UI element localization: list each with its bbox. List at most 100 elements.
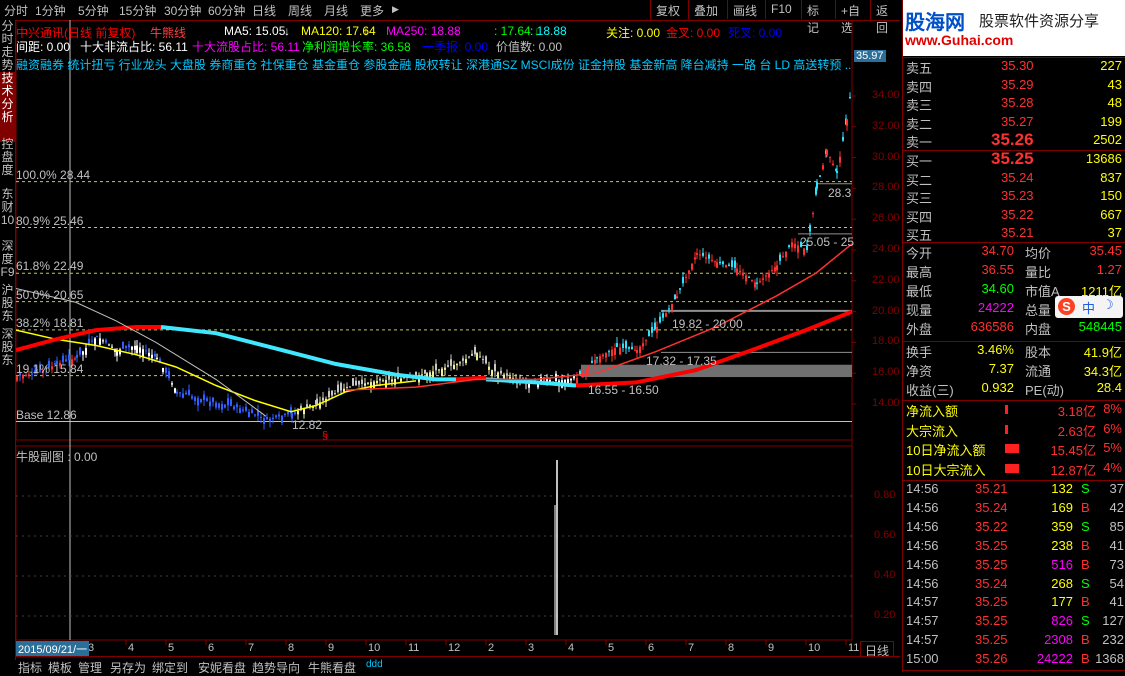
- bottom-tab-5[interactable]: 安妮看盘: [198, 659, 246, 676]
- bottom-tab-4[interactable]: 绑定到: [152, 659, 188, 676]
- period-tab-6[interactable]: 日线: [252, 2, 276, 19]
- panel-divider-6: [903, 670, 1125, 671]
- toolbar-button-4[interactable]: 标记: [801, 0, 835, 35]
- left-tab-3[interactable]: 东财10: [0, 188, 15, 238]
- x-tick-label-9: 11: [408, 642, 420, 654]
- bottom-tab-0[interactable]: 指标: [18, 659, 42, 676]
- site-url: www.Guhai.com: [905, 32, 1014, 48]
- sell-label: 卖二: [906, 116, 933, 132]
- left-tab-6[interactable]: 深股东: [0, 328, 15, 370]
- fib-label-6: Base 12.86: [16, 407, 77, 422]
- stat2-label-b: 流通: [1025, 364, 1052, 379]
- stat-label-b: 均价: [1025, 246, 1052, 261]
- ma-arrow-icon-2: ↓: [454, 24, 460, 38]
- buy-label: 买一: [906, 154, 933, 169]
- logo-header: 股海网 www.Guhai.com 股票软件资源分享: [903, 0, 1125, 56]
- period-tab-5[interactable]: 60分钟: [208, 2, 245, 19]
- info-label-5: 价值数: 0.00: [496, 40, 563, 54]
- tick-volume: 238: [1051, 537, 1073, 553]
- tick-volume: 177: [1051, 594, 1073, 610]
- flow-pct: 6%: [1103, 420, 1122, 436]
- period-tab-2[interactable]: 5分钟: [78, 2, 109, 19]
- ma-label-4: : 18.88: [530, 24, 567, 38]
- period-tab-1[interactable]: 1分钟: [35, 2, 66, 19]
- toolbar-button-5[interactable]: +自选: [835, 0, 870, 35]
- period-tab-0[interactable]: 分时: [4, 2, 28, 19]
- left-tab-1[interactable]: 技术分析: [0, 72, 15, 142]
- toolbar-button-0[interactable]: 复权: [650, 0, 688, 19]
- period-tab-4[interactable]: 30分钟: [164, 2, 201, 19]
- left-tab-0[interactable]: 分时走势: [0, 20, 15, 72]
- tick-volume: 24222: [1036, 651, 1073, 667]
- kline-chart[interactable]: 100.0% 28.44 80.9% 25.46 61.8% 22.49 50.0% …: [16, 20, 900, 660]
- ma-label-7: 死叉: 0.00: [728, 26, 783, 40]
- flow-label: 10日大宗流入: [906, 462, 986, 478]
- ma-label-3: : 17.64: [494, 24, 531, 38]
- period-tab-7[interactable]: 周线: [288, 2, 312, 19]
- tick-side: B: [1081, 632, 1090, 648]
- tick-volume: 516: [1051, 556, 1073, 572]
- price-annotation-0: 25.05 - 25: [800, 235, 855, 249]
- bottom-tab-8[interactable]: ddd: [366, 659, 383, 670]
- left-tab-4[interactable]: 深度F9: [0, 240, 15, 282]
- period-tab-9[interactable]: 更多: [360, 2, 384, 19]
- tick-time: 14:56: [906, 556, 939, 572]
- sell-price: 35.28: [1001, 95, 1034, 110]
- buy-row-2: 买三 35.23 150: [903, 188, 1125, 207]
- tick-count: 37: [1109, 481, 1124, 496]
- tick-side: S: [1081, 575, 1090, 591]
- tick-side: B: [1081, 537, 1090, 553]
- stat2-value-b: 28.4: [1096, 380, 1122, 395]
- bottom-tab-2[interactable]: 管理: [78, 659, 102, 676]
- buy-row-1: 买二 35.24 837: [903, 170, 1125, 189]
- left-tab-5[interactable]: 沪股东: [0, 284, 15, 326]
- fib-label-5: 19.1% 15.84: [16, 361, 84, 376]
- price-axis-label-9: 16.00: [872, 366, 900, 379]
- x-tick-label-3: 5: [168, 642, 175, 654]
- period-tab-8[interactable]: 月线: [324, 2, 348, 19]
- bottom-tab-6[interactable]: 趋势导向: [252, 659, 300, 676]
- x-tick-label-13: 4: [568, 642, 575, 654]
- tick-count: 232: [1102, 632, 1124, 648]
- x-tick-label-19: 10: [808, 642, 821, 654]
- info-label-3: 净利润增长率: 36.58: [302, 40, 411, 54]
- ime-widget[interactable]: S 中 ☽: [1055, 296, 1123, 318]
- toolbar-button-1[interactable]: 叠加: [688, 0, 727, 19]
- tick-time: 14:57: [906, 594, 939, 610]
- bottom-tab-7[interactable]: 牛熊看盘: [308, 659, 356, 676]
- x-tick-label-6: 8: [288, 642, 295, 654]
- sell-volume: 227: [1100, 58, 1122, 73]
- stat2-value-b: 34.3亿: [1083, 364, 1122, 379]
- stat-label-a: 最低: [906, 284, 933, 299]
- toolbar-button-3[interactable]: F10: [765, 0, 801, 19]
- price-tag: 35.97: [854, 50, 886, 62]
- toolbar-button-2[interactable]: 画线: [727, 0, 765, 19]
- tick-side: B: [1081, 499, 1090, 515]
- low-marker-icon: §: [322, 430, 329, 442]
- price-annotation-3: 16.55 - 16.50: [588, 383, 659, 397]
- stats2-row-1: 净资 7.37 流通 34.3亿: [903, 361, 1125, 380]
- more-arrow-icon[interactable]: ▶: [392, 4, 399, 15]
- toolbar-button-6[interactable]: 返回: [870, 0, 900, 35]
- cursor-date: 2015/09/21/一: [16, 641, 90, 657]
- buy-price: 35.21: [1001, 225, 1034, 240]
- buy-row-0: 买一 35.25 13686: [903, 149, 1125, 170]
- flow-value: 2.63亿: [1057, 423, 1096, 439]
- x-tick-label-11: 2: [488, 642, 495, 654]
- tick-row-6: 14:57 35.25 177 B 41: [903, 594, 1125, 613]
- flow-pct: 5%: [1103, 440, 1122, 455]
- left-tab-2[interactable]: 控盘度: [0, 138, 15, 186]
- tick-time: 14:56: [906, 481, 939, 496]
- tick-count: 41: [1109, 537, 1124, 553]
- flow-bar: [1005, 444, 1019, 453]
- buy-price: 35.23: [1001, 188, 1034, 203]
- bottom-tab-1[interactable]: 模板: [48, 659, 72, 676]
- ma-arrow-icon-1: ↓: [363, 24, 369, 38]
- period-tab-3[interactable]: 15分钟: [119, 2, 156, 19]
- bottom-tab-3[interactable]: 另存为: [110, 659, 146, 676]
- tick-price: 35.26: [975, 651, 1008, 667]
- price-annotation-5: 12.82: [292, 418, 323, 432]
- sell-volume: 2502: [1093, 132, 1122, 147]
- stats2-row-0: 换手 3.46% 股本 41.9亿: [903, 342, 1125, 361]
- stat-label-b: 量比: [1025, 265, 1052, 280]
